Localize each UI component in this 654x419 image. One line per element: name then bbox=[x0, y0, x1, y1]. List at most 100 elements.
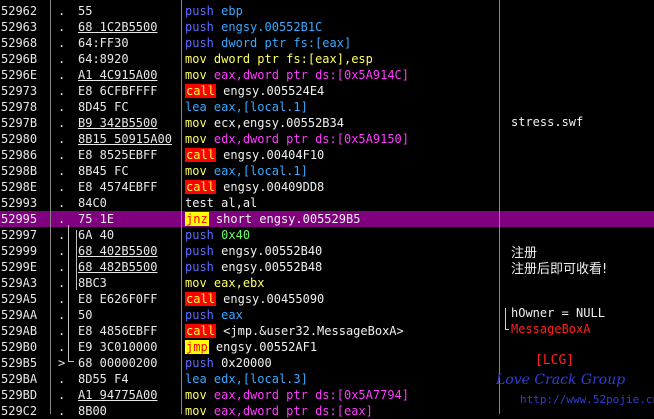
instruction-row[interactable]: mov eax,dword ptr ds:[0x5A914C] bbox=[182, 67, 500, 83]
operand: dword ptr fs:[eax],esp bbox=[213, 52, 373, 66]
address-cell[interactable]: 5298E bbox=[0, 179, 50, 195]
address-cell[interactable]: 52995 bbox=[0, 211, 50, 227]
operand: eax,ebx bbox=[213, 276, 265, 290]
hex-cell[interactable]: . A1 94775A00 bbox=[51, 387, 182, 403]
address-cell[interactable]: 52968 bbox=[0, 35, 50, 51]
instruction-row[interactable]: mov eax,ebx bbox=[182, 275, 500, 291]
address-column: 52962 52963 52968 5296B 5296E 52973 52978 5297B… bbox=[0, 0, 50, 418]
hex-cell[interactable]: . 75 1E bbox=[51, 211, 182, 227]
instruction-row[interactable]: mov eax,dword ptr ds:[eax] bbox=[182, 403, 500, 419]
comment-cell-selected[interactable] bbox=[500, 211, 654, 227]
instruction-row[interactable]: call <jmp.&user32.MessageBoxA> bbox=[182, 323, 500, 339]
address-cell[interactable]: 52993 bbox=[0, 195, 50, 211]
address-cell[interactable]: 529BA bbox=[0, 371, 50, 387]
jump-marker: . bbox=[58, 36, 66, 50]
address-text: 5297B bbox=[1, 116, 38, 130]
jump-marker: . bbox=[58, 404, 66, 418]
address-cell[interactable]: 52997 bbox=[0, 227, 50, 243]
instruction-row[interactable]: call engsy.005524E4 bbox=[182, 83, 500, 99]
instruction-row[interactable]: push 0x20000 bbox=[182, 355, 500, 371]
jump-marker: . bbox=[58, 20, 66, 34]
instruction-row[interactable]: mov edx,dword ptr ds:[0x5A9150] bbox=[182, 131, 500, 147]
hex-cell[interactable]: . 64:FF30 bbox=[51, 35, 182, 51]
hex-cell[interactable]: . 64:8920 bbox=[51, 51, 182, 67]
address-text: 529BA bbox=[1, 372, 38, 386]
hex-cell[interactable]: . 68 482B5500 bbox=[51, 259, 182, 275]
hex-cell[interactable]: . 8D45 FC bbox=[51, 99, 182, 115]
instruction-row[interactable]: mov eax,[local.1] bbox=[182, 163, 500, 179]
instruction-row[interactable]: push eax bbox=[182, 307, 500, 323]
hex-cell[interactable]: . 8B15 50915A00 bbox=[51, 131, 182, 147]
hex-cell[interactable]: . 6A 40 bbox=[51, 227, 182, 243]
address-text: 52993 bbox=[1, 196, 38, 210]
address-cell[interactable]: 529C2 bbox=[0, 403, 50, 419]
hex-cell[interactable]: . E9 3C010000 bbox=[51, 339, 182, 355]
operand: engsy.00455090 bbox=[223, 292, 325, 306]
address-cell[interactable]: 5299E bbox=[0, 259, 50, 275]
hex-cell[interactable]: . E8 4856EBFF bbox=[51, 323, 182, 339]
address-cell[interactable]: 5298B bbox=[0, 163, 50, 179]
address-cell[interactable]: 52973 bbox=[0, 83, 50, 99]
address-cell[interactable]: 52978 bbox=[0, 99, 50, 115]
hex-cell[interactable]: . E8 8525EBFF bbox=[51, 147, 182, 163]
instruction-row[interactable]: push ebp bbox=[182, 3, 500, 19]
hex-cell[interactable]: . 8B00 bbox=[51, 403, 182, 419]
hex-cell[interactable]: >68 00000200 bbox=[51, 355, 182, 371]
address-cell[interactable]: 52986 bbox=[0, 147, 50, 163]
address-cell[interactable]: 52962 bbox=[0, 3, 50, 19]
hex-cell[interactable]: . 68 1C2B5500 bbox=[51, 19, 182, 35]
instruction-row[interactable]: push engsy.00552B48 bbox=[182, 259, 500, 275]
address-cell[interactable]: 52999 bbox=[0, 243, 50, 259]
hex-cell[interactable]: . 8D55 F4 bbox=[51, 371, 182, 387]
address-cell[interactable]: 529AA bbox=[0, 307, 50, 323]
instruction-row[interactable]: jnz short engsy.005529B5 bbox=[182, 211, 500, 227]
hex-bytes: 8B45 FC bbox=[78, 164, 129, 178]
hex-cell[interactable]: . 84C0 bbox=[51, 195, 182, 211]
address-text: 5296B bbox=[1, 52, 38, 66]
address-text: 52980 bbox=[1, 132, 38, 146]
hex-cell[interactable]: . E8 4574EBFF bbox=[51, 179, 182, 195]
address-cell[interactable]: 52980 bbox=[0, 131, 50, 147]
instruction-row[interactable]: lea eax,[local.1] bbox=[182, 99, 500, 115]
address-cell[interactable]: 529BD bbox=[0, 387, 50, 403]
instruction-row[interactable]: call engsy.00409DD8 bbox=[182, 179, 500, 195]
hex-cell[interactable]: . E8 6CFBFFFF bbox=[51, 83, 182, 99]
instruction-row[interactable]: call engsy.00404F10 bbox=[182, 147, 500, 163]
address-cell[interactable]: 5296B bbox=[0, 51, 50, 67]
address-cell[interactable]: 529A5 bbox=[0, 291, 50, 307]
instruction-row[interactable]: mov eax,dword ptr ds:[0x5A7794] bbox=[182, 387, 500, 403]
instruction-row[interactable]: push dword ptr fs:[eax] bbox=[182, 35, 500, 51]
instruction-row[interactable]: lea edx,[local.3] bbox=[182, 371, 500, 387]
instruction-row[interactable]: test al,al bbox=[182, 195, 500, 211]
address-cell[interactable]: 529A3 bbox=[0, 275, 50, 291]
hex-cell[interactable]: . E8 E626F0FF bbox=[51, 291, 182, 307]
jump-marker: . bbox=[58, 116, 66, 130]
address-text: 529B5 bbox=[1, 356, 38, 370]
address-text: 52978 bbox=[1, 100, 38, 114]
address-cell[interactable]: 529AB bbox=[0, 323, 50, 339]
instruction-row[interactable]: push engsy.00552B1C bbox=[182, 19, 500, 35]
instruction-row[interactable]: mov dword ptr fs:[eax],esp bbox=[182, 51, 500, 67]
address-cell[interactable]: 5297B bbox=[0, 115, 50, 131]
hex-cell[interactable]: . 68 402B5500 bbox=[51, 243, 182, 259]
hex-cell[interactable]: . 55 bbox=[51, 3, 182, 19]
hex-cell[interactable]: . 8B45 FC bbox=[51, 163, 182, 179]
instruction-row[interactable]: call engsy.00455090 bbox=[182, 291, 500, 307]
address-cell[interactable]: 529B5 bbox=[0, 355, 50, 371]
hex-cell[interactable]: . A1 4C915A00 bbox=[51, 67, 182, 83]
address-cell[interactable]: 5296E bbox=[0, 67, 50, 83]
instruction-row[interactable]: push 0x40 bbox=[182, 227, 500, 243]
address-cell[interactable]: 529B0 bbox=[0, 339, 50, 355]
mnemonic: call bbox=[185, 84, 216, 98]
mnemonic: push bbox=[185, 4, 214, 18]
mnemonic: mov bbox=[185, 388, 207, 402]
instruction-row[interactable]: jmp engsy.00552AF1 bbox=[182, 339, 500, 355]
hex-cell[interactable]: . 8BC3 bbox=[51, 275, 182, 291]
hex-cell[interactable]: . 50 bbox=[51, 307, 182, 323]
instruction-row[interactable]: push engsy.00552B40 bbox=[182, 243, 500, 259]
address-text: 529AB bbox=[1, 324, 38, 338]
instruction-row[interactable]: mov ecx,engsy.00552B34 bbox=[182, 115, 500, 131]
address-cell[interactable]: 52963 bbox=[0, 19, 50, 35]
address-text: 5298E bbox=[1, 180, 38, 194]
hex-cell[interactable]: . B9 342B5500 bbox=[51, 115, 182, 131]
